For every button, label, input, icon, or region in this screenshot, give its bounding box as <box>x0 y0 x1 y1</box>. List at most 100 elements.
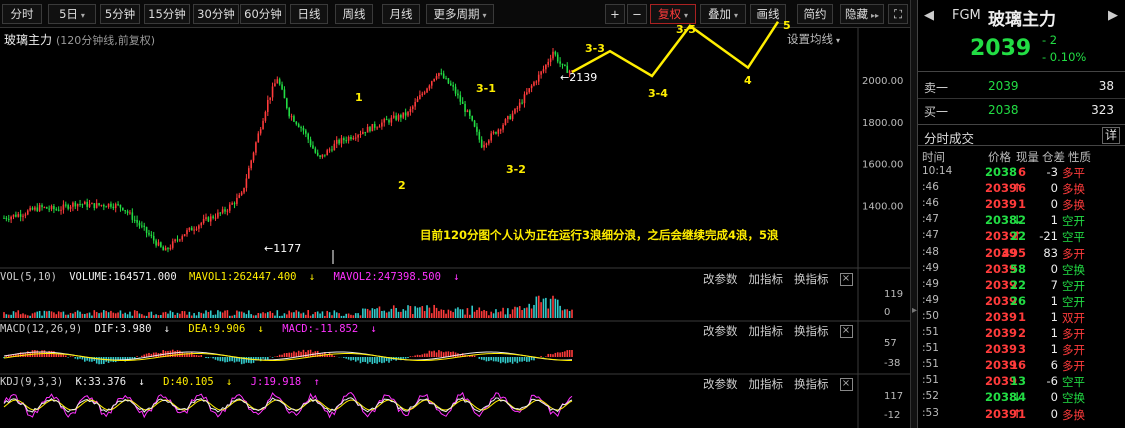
volume-bar <box>105 310 107 318</box>
candle-body <box>188 227 191 231</box>
volume-bar <box>88 312 91 318</box>
trade-nature: 多开 <box>1062 246 1085 261</box>
volume-bar <box>162 312 165 318</box>
trades-title: 分时成交 <box>924 131 975 146</box>
candle-body <box>152 235 155 241</box>
wave-label: 3-2 <box>506 163 526 176</box>
macd-edit-params-button[interactable]: 改参数 <box>703 324 738 338</box>
candle-body <box>212 216 214 219</box>
candle-body <box>518 102 521 108</box>
volume-bar <box>224 310 226 318</box>
candle-body <box>257 133 260 143</box>
candle-body <box>540 71 542 75</box>
volume-bar <box>10 314 12 318</box>
volume-bar <box>276 310 279 318</box>
kdj-switch-indicator-button[interactable]: 换指标 <box>794 377 829 391</box>
trade-volume: 2 <box>1017 326 1026 340</box>
candle-body <box>22 215 24 217</box>
candle-body <box>64 204 67 206</box>
macd-add-indicator-button[interactable]: 加指标 <box>749 324 784 338</box>
volume-bar <box>362 308 364 318</box>
prev-contract-icon[interactable]: ◀ <box>924 8 934 23</box>
candle-body <box>245 178 248 188</box>
candle-body <box>376 127 378 129</box>
candle-body <box>383 119 386 123</box>
arrow-down-icon: ↓ <box>370 323 377 335</box>
candle-body <box>262 120 264 130</box>
trade-nature: 多平 <box>1062 166 1085 180</box>
candle-body <box>55 209 58 211</box>
candle-body <box>352 138 355 140</box>
trade-oi-change: 1 <box>1050 213 1058 228</box>
volume-bar <box>499 311 502 318</box>
candle-body <box>426 88 428 93</box>
candle-body <box>433 78 435 82</box>
candle-body <box>314 148 317 153</box>
volume-bar <box>488 315 490 318</box>
kline-chart[interactable]: 123-13-23-33-43-545←1177←2139 2000.00180… <box>0 0 910 428</box>
candle-body <box>243 187 245 193</box>
trade-oi-change: 1 <box>1050 293 1058 308</box>
bid-label: 买一 <box>924 105 949 119</box>
ma-setting-button[interactable]: 设置均线 ▾ <box>787 31 840 47</box>
candle-body <box>24 214 27 216</box>
volume-bar <box>22 313 24 318</box>
candle-body <box>428 85 431 89</box>
macd-switch-indicator-button[interactable]: 换指标 <box>794 324 829 338</box>
volume-bar <box>119 310 122 318</box>
candle-body <box>397 115 400 120</box>
volume-bar <box>38 310 41 318</box>
trade-volume: 1 <box>1017 309 1026 324</box>
candle-body <box>145 226 148 233</box>
arrow-down-icon: ↓ <box>453 271 460 283</box>
bid-row: 买一 2038 323 <box>918 98 1125 120</box>
next-contract-icon[interactable]: ▶ <box>1108 8 1118 23</box>
trade-volume: 22 <box>1009 277 1026 292</box>
candle-body <box>81 204 84 206</box>
vol-add-indicator-button[interactable]: 加指标 <box>749 272 784 286</box>
volume-bar <box>521 310 523 318</box>
volume-bar <box>103 310 105 318</box>
volume-bar <box>233 314 236 318</box>
candle-body <box>507 116 509 120</box>
volume-bar <box>169 310 172 318</box>
arrow-down-icon: ↓ <box>163 323 171 335</box>
candle-body <box>141 225 143 227</box>
volume-bar <box>333 310 336 318</box>
kdj-add-indicator-button[interactable]: 加指标 <box>749 377 784 391</box>
trade-volume: 16 <box>1009 358 1026 373</box>
candle-body <box>264 111 267 121</box>
close-icon[interactable]: × <box>839 378 853 391</box>
volume-bar <box>314 312 317 318</box>
volume-bar <box>497 312 500 318</box>
volume-bar <box>157 315 160 318</box>
candle-body <box>5 217 8 219</box>
close-icon[interactable]: × <box>839 325 853 338</box>
vol-edit-params-button[interactable]: 改参数 <box>703 272 738 286</box>
candle-body <box>359 133 362 135</box>
candle-body <box>247 168 250 179</box>
trade-row: :51 2039 2 1 多开 <box>918 326 1125 342</box>
volume-bar <box>117 312 119 318</box>
candle-body <box>34 207 36 210</box>
volume-bar <box>381 310 383 318</box>
trades-detail-button[interactable]: 详 <box>1102 127 1120 144</box>
kdj-edit-params-button[interactable]: 改参数 <box>703 377 738 391</box>
volume-bar <box>516 307 519 318</box>
candlesticks <box>3 47 573 253</box>
candle-body <box>369 126 371 132</box>
panel-divider[interactable]: ▸ <box>910 0 917 428</box>
close-icon[interactable]: × <box>839 273 853 286</box>
volume-bar <box>414 306 416 318</box>
candle-body <box>471 115 473 121</box>
volume-bar <box>114 313 117 318</box>
trade-nature: 多换 <box>1062 182 1085 197</box>
vol-switch-indicator-button[interactable]: 换指标 <box>794 272 829 286</box>
trade-volume: 58 <box>1009 261 1026 276</box>
trade-row: :49 2039 58 0 空换 <box>918 262 1125 278</box>
volume-bar <box>209 310 212 318</box>
dif-value: DIF:3.980 <box>94 323 152 335</box>
candle-body <box>110 203 112 207</box>
price-change-pct: - 0.10% <box>1042 50 1087 64</box>
volume-bar <box>269 311 271 318</box>
